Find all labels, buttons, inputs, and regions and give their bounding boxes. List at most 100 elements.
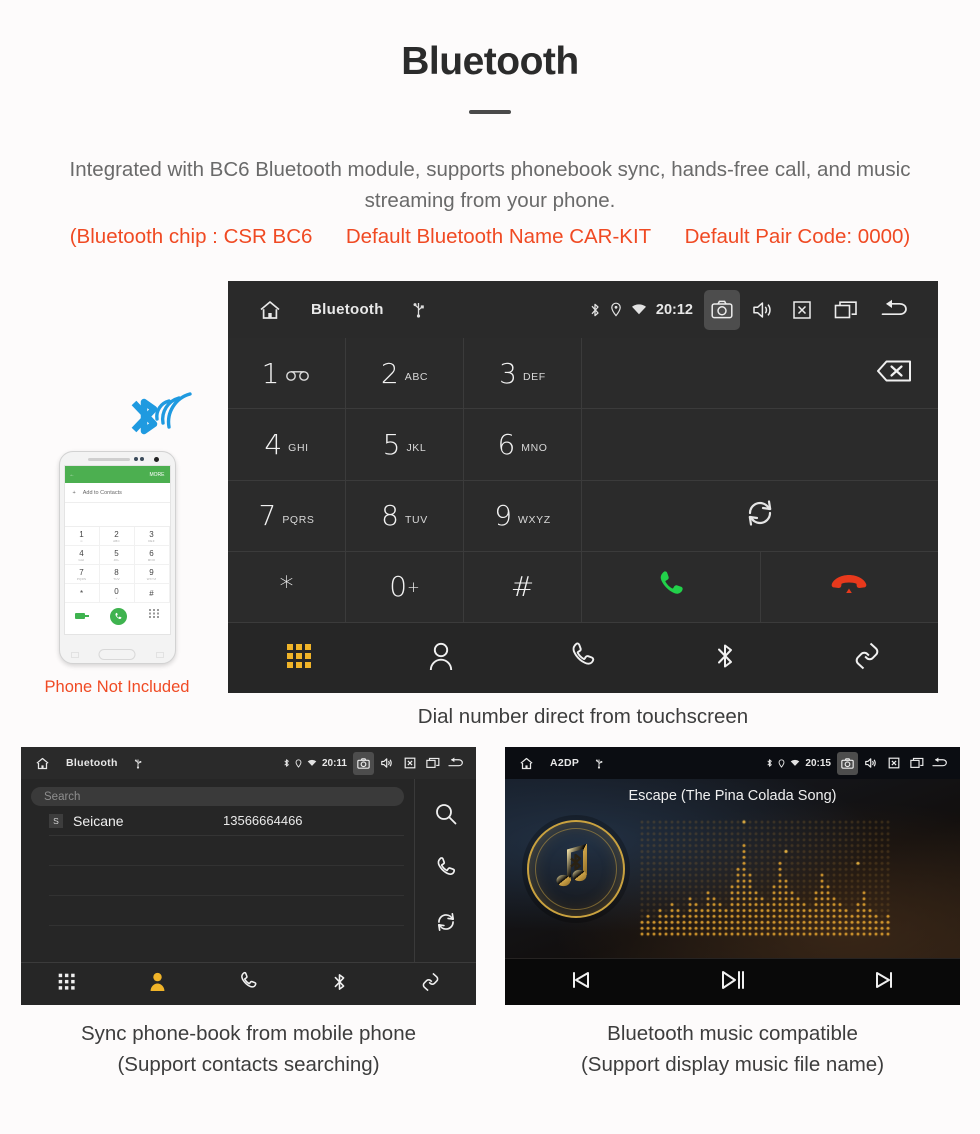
music-status-bar: A2DP 20:15	[505, 747, 960, 779]
tab-call-log[interactable]	[203, 971, 294, 997]
keypad-row: * 0 + #	[228, 550, 938, 622]
camera-icon[interactable]	[704, 289, 740, 330]
recents-icon[interactable]	[824, 290, 868, 330]
key-8[interactable]: 8 TUV	[346, 480, 464, 551]
key-7[interactable]: 7 PQRS	[228, 480, 346, 551]
key-star[interactable]: *	[228, 551, 346, 622]
key-4[interactable]: 4 GHI	[228, 409, 346, 480]
home-icon[interactable]	[519, 756, 534, 771]
location-icon	[295, 758, 302, 768]
back-icon[interactable]	[929, 752, 950, 775]
key-label: 2	[380, 356, 399, 390]
volume-icon[interactable]	[744, 290, 780, 330]
title-divider	[469, 110, 511, 114]
sync-button[interactable]	[582, 480, 938, 551]
tab-keypad[interactable]	[228, 643, 370, 674]
key-0[interactable]: 0 +	[346, 551, 464, 622]
bluetooth-icon	[283, 758, 290, 768]
keypad-row: 4 GHI 5 JKL 6 MNO	[228, 408, 938, 480]
music-caption-line2: (Support display music file name)	[580, 1053, 885, 1076]
music-title: A2DP	[550, 757, 580, 769]
music-status-right: 20:15	[766, 751, 950, 775]
bluetooth-icon	[714, 640, 736, 677]
skip-previous-icon	[570, 970, 592, 995]
key-plus: +	[407, 577, 420, 596]
key-label: 6	[497, 427, 516, 461]
call-button[interactable]	[582, 551, 761, 622]
hangup-button[interactable]	[760, 551, 938, 622]
phone-camera	[153, 456, 159, 462]
tab-pair-link[interactable]	[385, 971, 476, 998]
person-icon	[427, 641, 455, 676]
phone-key: 8 TUV	[99, 565, 135, 584]
key-sublabel: DEF	[523, 371, 546, 384]
home-icon[interactable]	[35, 756, 50, 771]
camera-icon[interactable]	[353, 751, 374, 775]
key-label: 1	[261, 356, 280, 390]
key-label: 3	[499, 356, 517, 390]
tab-contacts[interactable]	[370, 641, 512, 676]
tab-bluetooth[interactable]	[654, 640, 796, 677]
phone-number-field	[64, 503, 170, 527]
camera-icon[interactable]	[837, 751, 858, 775]
tab-bluetooth[interactable]	[294, 971, 385, 998]
close-box-icon[interactable]	[883, 752, 904, 775]
contact-list: Search S Seicane 13566664466	[21, 779, 414, 962]
key-hash[interactable]: #	[464, 551, 582, 622]
tab-call-log[interactable]	[512, 641, 654, 676]
close-box-icon[interactable]	[399, 752, 420, 775]
sync-icon	[743, 496, 777, 535]
backspace-icon[interactable]	[863, 356, 913, 391]
usb-icon	[412, 301, 425, 318]
key-label: 5	[382, 427, 401, 461]
list-item[interactable]: S Seicane 13566664466	[49, 806, 404, 836]
handset-icon[interactable]	[434, 856, 458, 885]
key-sublabel: ABC	[404, 371, 429, 384]
previous-button[interactable]	[505, 970, 657, 995]
phonebook-body: Search S Seicane 13566664466	[21, 779, 476, 962]
phone-back-key	[155, 652, 164, 658]
key-label: 4	[264, 427, 283, 461]
list-item-empty	[49, 836, 404, 866]
back-icon[interactable]	[445, 752, 466, 775]
next-button[interactable]	[808, 970, 960, 995]
key-3[interactable]: 3 DEF	[464, 338, 582, 409]
phone-sensor	[133, 457, 138, 461]
key-9[interactable]: 9 WXYZ	[464, 480, 582, 551]
bluetooth-icon	[332, 971, 347, 998]
key-1[interactable]: 1	[228, 338, 346, 409]
close-box-icon[interactable]	[784, 290, 820, 330]
hangup-icon	[830, 571, 868, 602]
phone-key: 1 ∞	[64, 527, 100, 546]
phonebook-tab-bar	[21, 962, 476, 1005]
tab-keypad[interactable]	[21, 973, 112, 996]
key-sublabel: TUV	[405, 513, 428, 526]
recents-icon[interactable]	[422, 752, 443, 775]
key-2[interactable]: 2 ABC	[346, 338, 464, 409]
number-display[interactable]	[582, 338, 938, 409]
key-6[interactable]: 6 MNO	[464, 409, 582, 480]
volume-icon[interactable]	[376, 752, 397, 775]
spec-bt-name: Default Bluetooth Name CAR-KIT	[345, 225, 652, 248]
phone-home-key	[98, 649, 136, 660]
volume-icon[interactable]	[860, 752, 881, 775]
search-input[interactable]: Search	[31, 787, 404, 806]
spec-pair-code: Default Pair Code: 0000)	[684, 225, 911, 248]
sync-icon[interactable]	[434, 910, 458, 939]
key-5[interactable]: 5 JKL	[346, 409, 464, 480]
clock: 20:11	[321, 757, 347, 769]
tab-contacts[interactable]	[112, 971, 203, 997]
usb-icon	[134, 758, 142, 769]
back-icon[interactable]	[872, 290, 916, 330]
keypad-row: 7 PQRS 8 TUV 9 WXYZ	[228, 479, 938, 551]
spec-chip: (Bluetooth chip : CSR BC6	[69, 225, 313, 248]
play-pause-button[interactable]	[657, 970, 809, 995]
skip-next-icon	[873, 970, 895, 995]
tab-pair-link[interactable]	[796, 640, 938, 677]
home-icon[interactable]	[258, 298, 282, 322]
search-icon[interactable]	[434, 802, 458, 831]
recents-icon[interactable]	[906, 752, 927, 775]
contact-initial-badge: S	[49, 813, 63, 828]
dialpad: 1 2 ABC 3 DEF 4 GHI 5 JKL 6 MNO 7 PQRS 8…	[228, 338, 938, 622]
bluetooth-icon	[589, 302, 601, 318]
